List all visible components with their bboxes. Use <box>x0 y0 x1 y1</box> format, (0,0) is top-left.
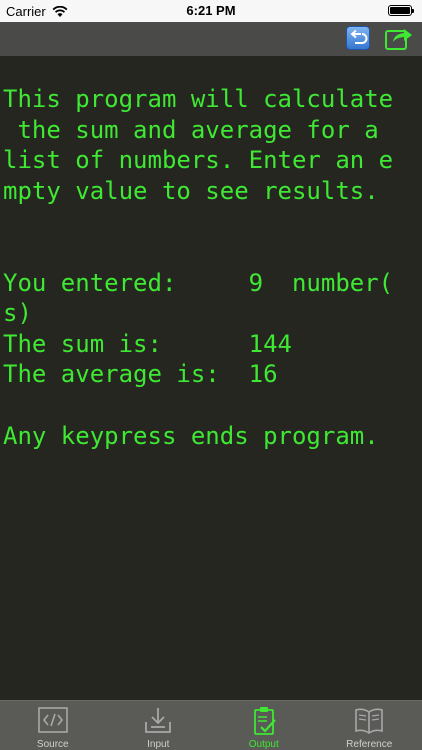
tab-output[interactable]: Output <box>211 701 317 750</box>
console-line: list of numbers. Enter an e <box>3 146 394 175</box>
tab-reference[interactable]: Reference <box>317 701 422 750</box>
tab-source[interactable]: Source <box>0 701 106 750</box>
share-export-icon[interactable] <box>384 25 414 51</box>
tab-input[interactable]: Input <box>106 701 212 750</box>
tab-input-label: Input <box>147 739 170 750</box>
output-clipboard-icon <box>253 707 276 735</box>
console-line: This program will calculate <box>3 85 394 113</box>
console-line: Any keypress ends program. <box>3 421 379 450</box>
console-line: The sum is: 144 <box>3 329 292 358</box>
source-code-icon <box>37 707 68 733</box>
tab-reference-label: Reference <box>346 739 393 750</box>
console-line: You entered: 9 number( <box>3 268 394 297</box>
undo-arrow-icon[interactable] <box>346 26 370 50</box>
battery-icon <box>388 5 414 16</box>
input-download-icon <box>145 708 172 733</box>
console-line: mpty value to see results. <box>3 176 379 205</box>
status-time: 6:21 PM <box>186 3 236 18</box>
toolbar <box>0 22 422 56</box>
status-bar: Carrier 6:21 PM <box>0 0 422 22</box>
book-icon <box>355 708 384 734</box>
tab-source-label: Source <box>36 739 69 750</box>
output-console: This program will calculate the sum and … <box>0 56 422 700</box>
console-line: the sum and average for a <box>3 115 379 144</box>
console-line: The average is: 16 <box>3 360 278 389</box>
tab-bar: Source Input Output Reference <box>0 700 422 750</box>
console-line: s) <box>3 299 32 328</box>
tab-output-label: Output <box>248 739 279 750</box>
